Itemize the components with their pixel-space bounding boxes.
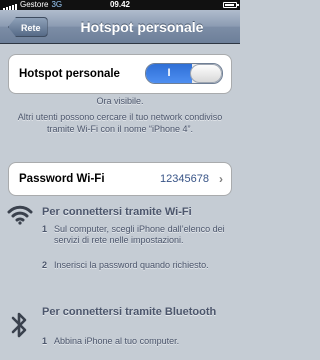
status-time: 09.42 bbox=[109, 0, 131, 9]
hotspot-toggle-switch[interactable]: I bbox=[145, 63, 223, 84]
status-bar: Gestore 3G 09.42 bbox=[0, 0, 240, 10]
step-text: Abbina iPhone al tuo computer. bbox=[54, 336, 180, 346]
step-number: 1 bbox=[42, 336, 48, 346]
page-title: Hotspot personale bbox=[80, 19, 204, 35]
password-label: Password Wi-Fi bbox=[19, 173, 105, 185]
wifi-step-1: 1 Sul computer, scegli iPhone dall’elenc… bbox=[42, 224, 232, 246]
step-text: Sul computer, scegli iPhone dall’elenco … bbox=[54, 224, 225, 245]
network-description: Altri utenti possono cercare il tuo netw… bbox=[17, 112, 223, 134]
step-number: 2 bbox=[42, 260, 48, 270]
wifi-step-2: 2 Inserisci la password quando richiesto… bbox=[42, 260, 232, 271]
wifi-section-title: Per connettersi tramite Wi-Fi bbox=[42, 206, 192, 218]
bluetooth-section-title: Per connettersi tramite Bluetooth bbox=[42, 306, 217, 318]
battery-fill bbox=[225, 4, 234, 6]
bluetooth-step-1: 1 Abbina iPhone al tuo computer. bbox=[42, 336, 232, 347]
step-number: 1 bbox=[42, 224, 48, 234]
step-text: Inserisci la password quando richiesto. bbox=[54, 260, 209, 270]
wifi-icon bbox=[7, 205, 33, 225]
hotspot-label: Hotspot personale bbox=[19, 68, 120, 80]
back-button[interactable]: Rete bbox=[8, 17, 48, 37]
bluetooth-icon bbox=[11, 312, 27, 338]
navigation-bar: Rete Hotspot personale bbox=[0, 10, 240, 44]
toggle-knob bbox=[190, 64, 222, 83]
password-value: 12345678 bbox=[160, 173, 209, 185]
toggle-on-label: I bbox=[146, 64, 192, 83]
battery-icon bbox=[223, 2, 239, 8]
hotspot-toggle-cell: Hotspot personale I bbox=[8, 54, 232, 94]
chevron-right-icon: › bbox=[219, 172, 223, 186]
password-cell[interactable]: Password Wi-Fi 12345678 › bbox=[8, 162, 232, 196]
visibility-status: Ora visibile. bbox=[96, 96, 144, 106]
